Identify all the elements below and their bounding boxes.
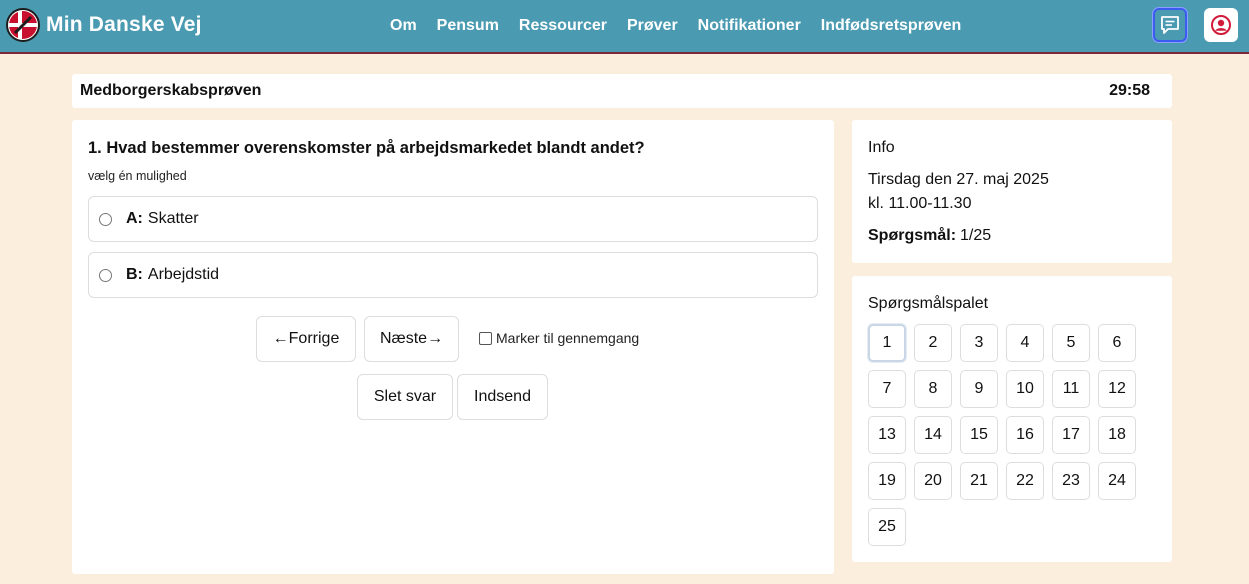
palette-question-button[interactable]: 13 <box>868 416 906 454</box>
user-button[interactable] <box>1204 8 1238 42</box>
info-heading: Info <box>868 139 895 156</box>
palette-question-button[interactable]: 1 <box>868 324 906 362</box>
palette-question-button[interactable]: 11 <box>1052 370 1090 408</box>
chat-icon <box>1161 16 1179 34</box>
question-count: Spørgsmål: 1/25 <box>868 227 991 245</box>
option-letter: B: <box>126 266 143 283</box>
palette-question-button[interactable]: 14 <box>914 416 952 454</box>
palette-question-button[interactable]: 8 <box>914 370 952 408</box>
palette-question-button[interactable]: 17 <box>1052 416 1090 454</box>
exam-time: kl. 11.00-11.30 <box>868 195 972 212</box>
previous-button[interactable]: ←Forrige <box>256 316 356 362</box>
next-button[interactable]: Næste→ <box>364 316 459 362</box>
palette-question-button[interactable]: 3 <box>960 324 998 362</box>
option-letter: A: <box>126 210 143 227</box>
palette-question-button[interactable]: 9 <box>960 370 998 408</box>
nav-item-pensum[interactable]: Pensum <box>427 17 509 35</box>
palette-question-button[interactable]: 24 <box>1098 462 1136 500</box>
nav-item-om[interactable]: Om <box>380 17 427 35</box>
exam-date: Tirsdag den 27. maj 2025 <box>868 171 1049 188</box>
nav-item-ressourcer[interactable]: Ressourcer <box>509 17 617 35</box>
option-text: Skatter <box>147 210 199 227</box>
nav-item-indfodsretsproven[interactable]: Indfødsretsprøven <box>811 17 971 35</box>
mark-checkbox[interactable] <box>479 331 492 345</box>
mark-label: Marker til gennemgang <box>496 330 640 346</box>
palette-question-button[interactable]: 2 <box>914 324 952 362</box>
answer-option-a[interactable]: A: Skatter <box>88 196 818 242</box>
palette-question-button[interactable]: 18 <box>1098 416 1136 454</box>
palette-question-button[interactable]: 25 <box>868 508 906 546</box>
question-count-value: 1/25 <box>960 227 992 244</box>
palette-question-button[interactable]: 10 <box>1006 370 1044 408</box>
palette-question-button[interactable]: 19 <box>868 462 906 500</box>
brand-name: Min Danske Vej <box>46 13 202 36</box>
option-text: Arbejdstid <box>147 266 220 283</box>
question-palette-panel: Spørgsmålspalet 1 2 3 4 5 6 7 8 9 10 11 12 13 14 15 16 1… <box>852 276 1172 562</box>
palette-question-button[interactable]: 21 <box>960 462 998 500</box>
palette-question-button[interactable]: 7 <box>868 370 906 408</box>
palette-heading: Spørgsmålspalet <box>868 295 989 312</box>
brand[interactable]: Min Danske Vej <box>6 7 202 43</box>
palette-question-button[interactable]: 12 <box>1098 370 1136 408</box>
radio-button[interactable] <box>99 268 112 282</box>
nav-item-notifikationer[interactable]: Notifikationer <box>688 17 811 35</box>
chat-button[interactable] <box>1153 8 1187 42</box>
exam-title: Medborgerskabsprøven <box>80 82 262 99</box>
nav-item-prover[interactable]: Prøver <box>617 17 688 35</box>
question-count-label: Spørgsmål: <box>868 227 957 244</box>
palette-question-button[interactable]: 15 <box>960 416 998 454</box>
radio-button[interactable] <box>99 212 112 226</box>
palette-question-button[interactable]: 20 <box>914 462 952 500</box>
question-panel: 1. Hvad bestemmer overenskomster på arbe… <box>72 120 834 574</box>
answer-option-b[interactable]: B: Arbejdstid <box>88 252 818 298</box>
palette-question-button[interactable]: 23 <box>1052 462 1090 500</box>
palette-question-button[interactable]: 22 <box>1006 462 1044 500</box>
user-icon <box>1211 15 1231 35</box>
question-title: 1. Hvad bestemmer overenskomster på arbe… <box>88 139 645 157</box>
main-nav: Om Pensum Ressourcer Prøver Notifikation… <box>380 0 971 52</box>
palette-question-button[interactable]: 5 <box>1052 324 1090 362</box>
palette-question-button[interactable]: 6 <box>1098 324 1136 362</box>
mark-for-review[interactable]: Marker til gennemgang <box>479 330 639 346</box>
clear-answer-button[interactable]: Slet svar <box>357 374 453 420</box>
submit-button[interactable]: Indsend <box>457 374 548 420</box>
palette-question-button[interactable]: 4 <box>1006 324 1044 362</box>
palette-question-button[interactable]: 16 <box>1006 416 1044 454</box>
exam-header: Medborgerskabsprøven 29:58 <box>72 74 1172 108</box>
question-hint: vælg én mulighed <box>88 169 187 183</box>
palette-grid: 1 2 3 4 5 6 7 8 9 10 11 12 13 14 15 16 17 18 19 20 21 22 23 24 2… <box>868 324 1136 546</box>
top-navigation-bar: Min Danske Vej Om Pensum Ressourcer Prøv… <box>0 0 1249 54</box>
countdown-timer: 29:58 <box>1109 82 1150 99</box>
info-panel: Info Tirsdag den 27. maj 2025 kl. 11.00-… <box>852 120 1172 263</box>
logo-icon <box>6 8 40 42</box>
